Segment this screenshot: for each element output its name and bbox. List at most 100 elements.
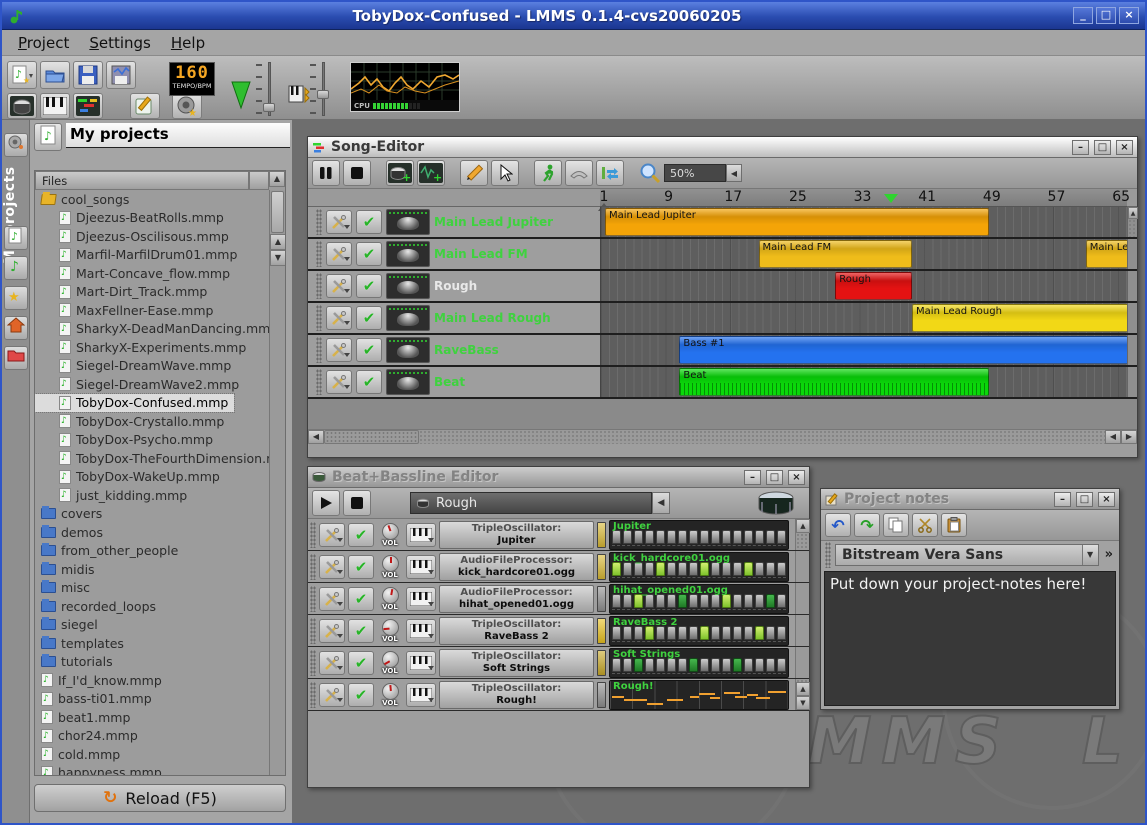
beat-step[interactable]	[700, 657, 709, 672]
beat-step[interactable]	[722, 593, 731, 608]
beat-step[interactable]	[645, 625, 654, 640]
bb-vscrollbar[interactable]: ▲	[795, 519, 810, 550]
beat-step[interactable]	[733, 657, 742, 672]
menu-item-settings[interactable]: Settings	[79, 30, 161, 52]
beat-step[interactable]	[667, 561, 676, 576]
midi-piano-button[interactable]	[406, 618, 436, 643]
beat-step[interactable]	[656, 529, 665, 544]
tree-item[interactable]: TobyDox-Confused.mmp	[35, 392, 236, 413]
beat-step[interactable]	[700, 625, 709, 640]
bb-pattern-area[interactable]: kick_hardcore01.ogg	[609, 551, 789, 582]
draw-mode-button[interactable]	[460, 160, 488, 186]
add-bb-track-button[interactable]: +	[386, 160, 414, 186]
scroll-behaviour-button[interactable]	[565, 160, 593, 186]
export-project-button[interactable]	[106, 61, 136, 89]
beat-step[interactable]	[744, 529, 753, 544]
track-mute-button[interactable]: ✔	[356, 274, 382, 298]
redo-button[interactable]: ↷	[854, 513, 880, 537]
track-mute-button[interactable]: ✔	[356, 306, 382, 330]
knob-icon[interactable]	[381, 586, 399, 604]
beat-step[interactable]	[755, 657, 764, 672]
track-mute-button[interactable]: ✔	[348, 554, 374, 579]
beat-step[interactable]	[777, 657, 786, 672]
track-color-bar[interactable]	[597, 681, 606, 708]
bb-vscroll-up2[interactable]: ▲	[796, 682, 810, 696]
beat-step[interactable]	[689, 593, 698, 608]
root-folder-icon[interactable]	[4, 346, 28, 370]
track-actions-button[interactable]	[319, 618, 345, 643]
beat-step[interactable]	[766, 657, 775, 672]
track-color-bar[interactable]	[597, 649, 606, 676]
track-actions-button[interactable]	[319, 586, 345, 611]
hscroll-left[interactable]: ◀	[308, 430, 324, 444]
tree-item[interactable]: Siegel-DreamWave2.mmp	[35, 375, 285, 394]
track-pattern-area[interactable]: Main Lead FM Main Lead FM	[600, 239, 1127, 269]
track-mute-button[interactable]: ✔	[348, 522, 374, 547]
tree-item[interactable]: bass-ti01.mmp	[35, 690, 285, 709]
se-minimize-button[interactable]: –	[1072, 139, 1089, 155]
beat-step[interactable]	[722, 625, 731, 640]
master-volume-slider[interactable]	[256, 62, 275, 116]
tree-item[interactable]: Mart-Dirt_Track.mmp	[35, 283, 285, 302]
beat-step[interactable]	[623, 593, 632, 608]
pattern-segment[interactable]: Rough	[835, 272, 913, 300]
follow-playback-button[interactable]	[534, 160, 562, 186]
beat-step[interactable]	[733, 593, 742, 608]
track-color-bar[interactable]	[597, 617, 606, 644]
loop-marker-button[interactable]	[596, 160, 624, 186]
font-combo[interactable]: Bitstream Vera Sans ▼	[835, 543, 1099, 566]
tree-item[interactable]: cold.mmp	[35, 745, 285, 764]
bb-play-button[interactable]	[312, 490, 340, 516]
tree-item[interactable]: MaxFellner-Ease.mmp	[35, 301, 285, 320]
beat-step[interactable]	[755, 561, 764, 576]
beat-step[interactable]	[755, 529, 764, 544]
beat-step[interactable]	[711, 593, 720, 608]
tree-item[interactable]: just_kidding.mmp	[35, 486, 285, 505]
hscroll-right[interactable]: ▶	[1121, 430, 1137, 444]
panel-icon-button[interactable]: ♪	[34, 123, 62, 151]
track-mute-button[interactable]: ✔	[348, 650, 374, 675]
track-actions-button[interactable]	[319, 650, 345, 675]
volume-knob[interactable]: VOL	[377, 618, 403, 643]
undo-button[interactable]: ↶	[825, 513, 851, 537]
beat-step[interactable]	[777, 593, 786, 608]
beat-step[interactable]	[667, 593, 676, 608]
se-maximize-button[interactable]: □	[1094, 139, 1111, 155]
track-mute-button[interactable]: ✔	[356, 370, 382, 394]
beat-step[interactable]	[656, 657, 665, 672]
volume-knob[interactable]: VOL	[377, 650, 403, 675]
pattern-segment[interactable]: Main Lead FM	[758, 240, 913, 268]
volume-knob[interactable]: VOL	[377, 586, 403, 611]
pattern-segment[interactable]: Main Lead Rough	[912, 304, 1127, 332]
toggle-piano-roll-button[interactable]	[40, 93, 70, 119]
track-pattern-area[interactable]: Rough	[600, 271, 1127, 301]
bb-editor-titlebar[interactable]: Beat+Bassline Editor – □ ×	[308, 467, 809, 488]
track-mute-button[interactable]: ✔	[348, 682, 374, 707]
toggle-song-editor-button[interactable]	[7, 93, 37, 119]
track-instrument-icon[interactable]	[386, 369, 430, 395]
tree-item[interactable]: Marfil-MarfilDrum01.mmp	[35, 246, 285, 265]
bb-stop-button[interactable]	[343, 490, 371, 516]
bb-vscroll-down[interactable]: ▼	[796, 696, 810, 710]
font-dropdown-button[interactable]: ▼	[1081, 544, 1098, 565]
notes-text-area[interactable]: Put down your project-notes here!	[824, 571, 1116, 706]
home-icon[interactable]	[4, 316, 28, 340]
tree-scrollbar[interactable]: ▲ ▼	[269, 190, 285, 775]
beat-step[interactable]	[711, 657, 720, 672]
knob-icon[interactable]	[381, 618, 399, 636]
master-output-button[interactable]: ★	[172, 93, 202, 119]
song-editor-titlebar[interactable]: Song-Editor – □ ×	[308, 137, 1137, 158]
se-close-button[interactable]: ×	[1116, 139, 1133, 155]
track-grip[interactable]	[310, 617, 316, 644]
beat-step[interactable]	[656, 625, 665, 640]
track-grip[interactable]	[316, 369, 322, 395]
track-instrument-icon[interactable]	[386, 209, 430, 235]
beat-step[interactable]	[689, 561, 698, 576]
tree-item[interactable]: misc	[35, 579, 285, 598]
pattern-spin-button[interactable]: ◀	[652, 492, 670, 514]
beat-step[interactable]	[634, 561, 643, 576]
tree-scroll-down[interactable]: ▼	[270, 250, 285, 266]
track-instrument-icon[interactable]	[386, 305, 430, 331]
beat-step[interactable]	[733, 561, 742, 576]
tree-item[interactable]: chor24.mmp	[35, 727, 285, 746]
